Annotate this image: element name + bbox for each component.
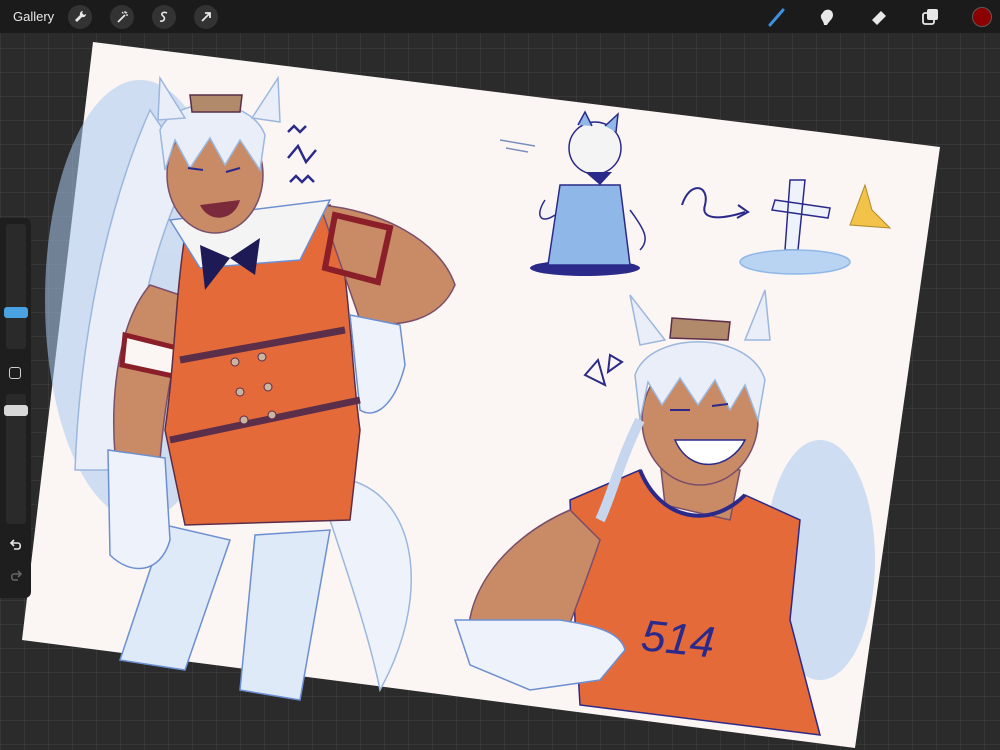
adjustments-button[interactable] bbox=[110, 4, 135, 29]
color-picker-button[interactable] bbox=[972, 6, 992, 27]
gallery-button[interactable]: Gallery bbox=[13, 9, 54, 24]
undo-button[interactable] bbox=[8, 538, 24, 554]
opacity-thumb[interactable] bbox=[4, 405, 28, 416]
jersey-number: 514 bbox=[639, 611, 717, 667]
wrench-icon bbox=[75, 10, 87, 22]
brush-icon bbox=[768, 8, 785, 26]
transform-button[interactable] bbox=[194, 4, 219, 29]
left-sidebar bbox=[0, 218, 31, 598]
selection-button[interactable] bbox=[152, 4, 177, 29]
magic-wand-icon bbox=[117, 10, 129, 23]
eraser-icon bbox=[872, 10, 886, 25]
brush-tool-button[interactable] bbox=[766, 6, 788, 28]
right-toolset bbox=[737, 0, 1000, 33]
selection-icon bbox=[159, 11, 168, 22]
artwork-svg[interactable]: 514 bbox=[0, 0, 1000, 750]
actions-button[interactable] bbox=[68, 4, 93, 29]
top-toolbar: Gallery bbox=[0, 0, 1000, 33]
drawing-canvas[interactable]: 514 bbox=[0, 0, 1000, 750]
transform-arrow-icon bbox=[201, 11, 212, 22]
brush-size-thumb[interactable] bbox=[4, 307, 28, 318]
smudge-icon bbox=[820, 9, 833, 25]
eraser-tool-button[interactable] bbox=[868, 6, 890, 28]
smudge-tool-button[interactable] bbox=[817, 6, 839, 28]
layers-button[interactable] bbox=[919, 6, 941, 28]
brush-size-slider[interactable] bbox=[6, 224, 26, 349]
redo-button[interactable] bbox=[8, 569, 24, 585]
modify-button[interactable] bbox=[9, 367, 21, 379]
layers-icon bbox=[922, 8, 938, 25]
